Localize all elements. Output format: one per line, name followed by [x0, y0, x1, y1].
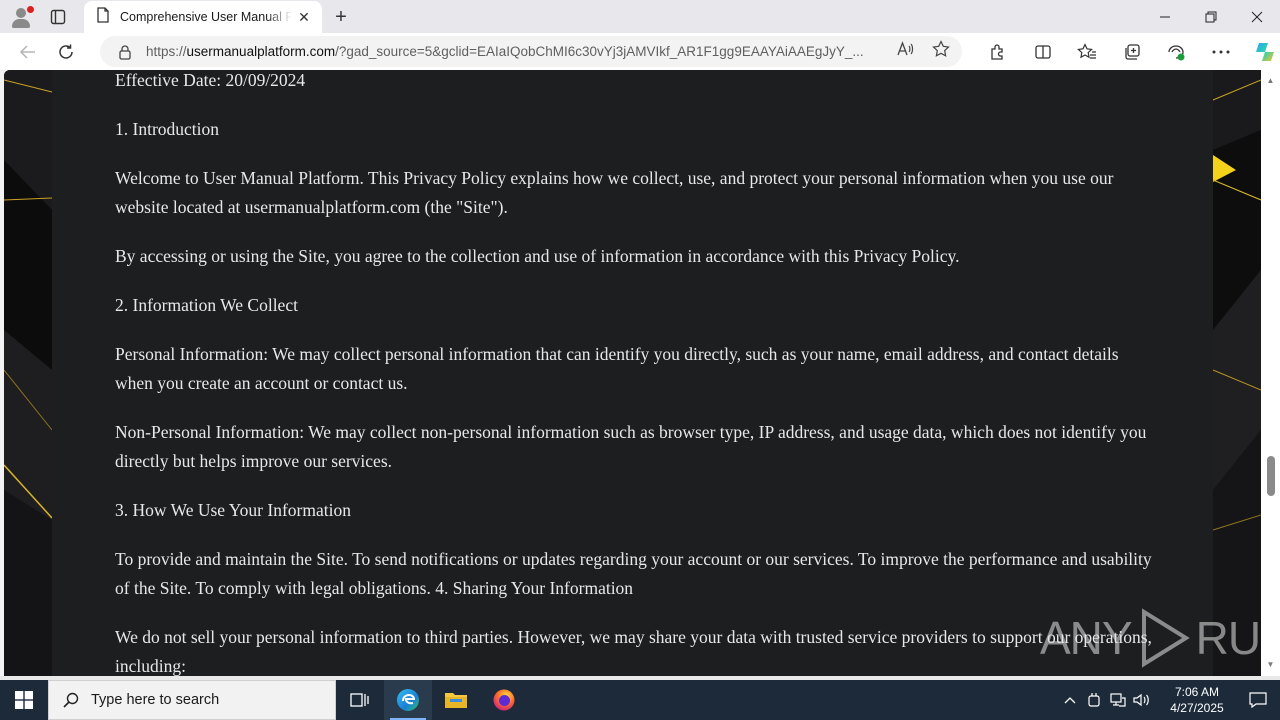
effective-date: Effective Date: 20/09/2024 — [115, 70, 306, 90]
clock-date: 4/27/2025 — [1170, 701, 1224, 715]
scroll-down-arrow-icon[interactable]: ▼ — [1261, 656, 1280, 672]
taskbar-firefox[interactable] — [480, 680, 528, 720]
tab-title: Comprehensive User Manual Platform — [120, 10, 292, 24]
browser-title-bar: Comprehensive User Manual Platform ✕ + — [0, 0, 1280, 33]
new-tab-button[interactable]: + — [330, 6, 352, 28]
refresh-button[interactable] — [50, 36, 82, 68]
scroll-thumb[interactable] — [1267, 456, 1275, 496]
heading-information-we-collect: 2. Information We Collect — [115, 295, 298, 315]
watermark-right: RUN — [1195, 612, 1261, 664]
show-hidden-icons-chevron-icon[interactable] — [1058, 680, 1082, 720]
system-tray: 7:06 AM 4/27/2025 — [1058, 680, 1280, 720]
device-icon[interactable] — [1082, 680, 1106, 720]
address-bar[interactable]: https://usermanualplatform.com/?gad_sour… — [100, 36, 962, 67]
minimize-button[interactable] — [1142, 0, 1188, 33]
read-aloud-icon[interactable] — [896, 41, 914, 62]
taskbar-clock[interactable]: 7:06 AM 4/27/2025 — [1158, 684, 1236, 716]
page-viewport: Effective Date: 20/09/2024 1. Introducti… — [4, 70, 1261, 676]
policy-panel: Effective Date: 20/09/2024 1. Introducti… — [52, 70, 1213, 676]
lock-icon[interactable] — [118, 44, 134, 60]
tab-close-icon[interactable]: ✕ — [296, 9, 312, 25]
taskbar-search-box[interactable]: Type here to search — [48, 680, 336, 720]
profile-avatar-icon[interactable] — [8, 4, 34, 30]
volume-icon[interactable] — [1130, 680, 1154, 720]
anyrun-watermark: ANY RUN — [1040, 608, 1261, 668]
url-rest: /?gad_source=5&gclid=EAIaIQobChMI6c30vYj… — [335, 44, 864, 59]
url-prefix: https:// — [146, 44, 187, 59]
browser-essentials-icon[interactable] — [1154, 33, 1199, 70]
windows-logo-icon — [15, 691, 33, 709]
restore-button[interactable] — [1188, 0, 1234, 33]
folder-icon — [445, 693, 467, 708]
paragraph-usage: To provide and maintain the Site. To sen… — [115, 549, 1152, 598]
search-placeholder: Type here to search — [91, 692, 220, 708]
tab-actions-icon[interactable] — [48, 7, 68, 27]
taskbar-edge[interactable] — [384, 680, 432, 720]
play-triangle-icon — [1141, 608, 1190, 668]
paragraph-sharing: We do not sell your personal information… — [115, 627, 1152, 676]
watermark-left: ANY — [1040, 612, 1133, 664]
firefox-icon — [493, 689, 515, 711]
page-scrollbar[interactable]: ▲ ▼ — [1261, 70, 1280, 676]
url-text[interactable]: https://usermanualplatform.com/?gad_sour… — [146, 44, 876, 59]
privacy-policy-text: Effective Date: 20/09/2024 1. Introducti… — [115, 70, 1155, 676]
favorite-star-icon[interactable] — [932, 40, 950, 63]
network-icon[interactable] — [1106, 680, 1130, 720]
page-icon — [96, 6, 110, 28]
close-window-button[interactable] — [1234, 0, 1280, 33]
heading-how-we-use: 3. How We Use Your Information — [115, 500, 351, 520]
task-view-button[interactable] — [336, 680, 384, 720]
paragraph-consent: By accessing or using the Site, you agre… — [115, 246, 960, 266]
paragraph-personal-information: Personal Information: We may collect per… — [115, 344, 1119, 393]
split-screen-icon[interactable] — [1021, 33, 1066, 70]
browser-toolbar: https://usermanualplatform.com/?gad_sour… — [0, 33, 1280, 70]
windows-taskbar: Type here to search 7:06 AM 4/27/2025 — [0, 680, 1280, 720]
search-icon — [63, 692, 79, 708]
paragraph-non-personal-information: Non-Personal Information: We may collect… — [115, 422, 1147, 471]
extensions-icon[interactable] — [976, 33, 1021, 70]
clock-time: 7:06 AM — [1174, 685, 1220, 699]
tab-active[interactable]: Comprehensive User Manual Platform ✕ — [84, 1, 322, 33]
edge-icon — [397, 689, 419, 711]
copilot-icon[interactable] — [1243, 33, 1280, 70]
back-button[interactable] — [12, 36, 44, 68]
url-host: usermanualplatform.com — [186, 44, 336, 59]
notification-center-icon[interactable] — [1236, 680, 1280, 720]
task-view-icon — [350, 693, 369, 707]
paragraph-welcome: Welcome to User Manual Platform. This Pr… — [115, 168, 1114, 217]
more-options-icon[interactable] — [1199, 33, 1244, 70]
taskbar-file-explorer[interactable] — [432, 680, 480, 720]
start-button[interactable] — [0, 680, 48, 720]
collections-icon[interactable] — [1110, 33, 1155, 70]
scroll-up-arrow-icon[interactable]: ▲ — [1261, 72, 1280, 88]
heading-introduction: 1. Introduction — [115, 119, 220, 139]
favorites-icon[interactable] — [1065, 33, 1110, 70]
